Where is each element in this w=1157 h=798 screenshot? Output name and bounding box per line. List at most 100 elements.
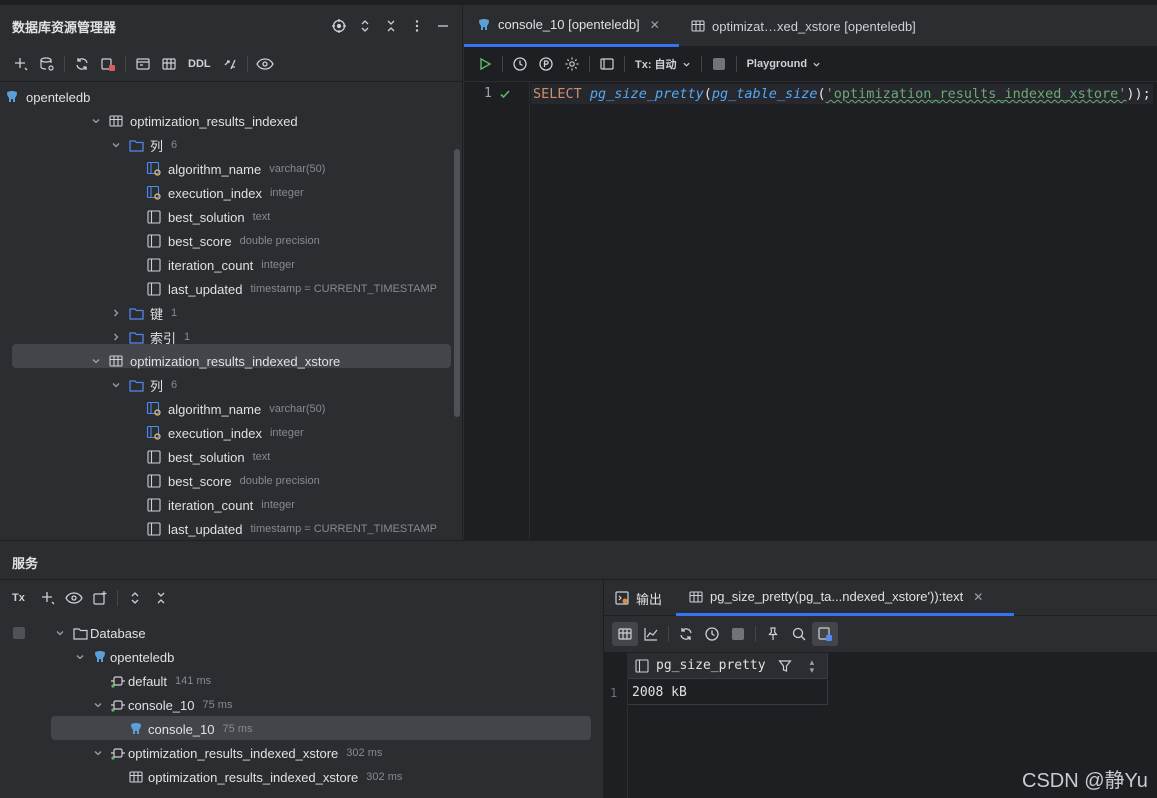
sql-function: pg_size_pretty [589, 86, 704, 102]
tree-item-column[interactable]: last_updated timestamp = CURRENT_TIMESTA… [146, 517, 437, 540]
column-icon [146, 257, 162, 273]
tree-scrollbar[interactable] [454, 149, 460, 417]
tree-item-type: text [252, 451, 271, 463]
table-view-icon[interactable] [612, 622, 638, 646]
layout-icon[interactable] [594, 52, 620, 76]
tx-mode-dropdown[interactable]: Tx: 自动 [635, 56, 691, 72]
tree-item-columns-folder[interactable]: 列 6 [108, 373, 177, 397]
chevron-right-icon[interactable] [108, 329, 124, 345]
sql-code-line[interactable]: SELECT pg_size_pretty(pg_table_size('opt… [531, 84, 1153, 104]
chart-view-icon[interactable] [638, 622, 664, 646]
run-icon[interactable] [472, 52, 498, 76]
chevron-down-icon[interactable] [108, 137, 124, 153]
folder-icon [72, 625, 88, 641]
tab-optimization-xstore[interactable]: optimizat…xed_xstore [openteledb] [690, 5, 970, 47]
tree-item-column[interactable]: iteration_count integer [146, 493, 295, 517]
tab-result-grid[interactable]: pg_size_pretty(pg_ta...ndexed_xstore')):… [676, 580, 1014, 616]
tree-item-column[interactable]: best_score double precision [146, 229, 320, 253]
jump-to-icon[interactable] [217, 52, 243, 76]
tree-item-column[interactable]: iteration_count integer [146, 253, 295, 277]
tree-item-column[interactable]: execution_index integer [146, 181, 304, 205]
search-icon[interactable] [786, 622, 812, 646]
explain-plan-icon[interactable] [533, 52, 559, 76]
settings-gear-icon[interactable] [559, 52, 585, 76]
playground-dropdown[interactable]: Playground [747, 58, 822, 70]
chevron-down-icon[interactable] [88, 353, 104, 369]
add-icon[interactable] [8, 52, 34, 76]
tree-item-duration: 75 ms [222, 723, 253, 735]
chevron-down-icon[interactable] [72, 649, 88, 665]
tree-item-columns-folder[interactable]: 列 6 [108, 133, 177, 157]
view-options-icon[interactable] [252, 52, 278, 76]
tree-item-indexes-folder[interactable]: 索引 1 [108, 325, 190, 349]
service-item-session[interactable]: default 141 ms [110, 669, 211, 693]
collapse-all-icon[interactable] [148, 586, 174, 610]
expand-all-icon[interactable] [122, 586, 148, 610]
database-explorer-panel: 数据库资源管理器 DDL openteledb optimization_res… [0, 5, 463, 540]
chevron-down-icon[interactable] [90, 697, 106, 713]
tree-item-duration: 75 ms [202, 699, 233, 711]
tree-item-type: integer [269, 427, 304, 439]
chevron-right-icon[interactable] [108, 305, 124, 321]
table-icon [688, 589, 704, 605]
tree-item-table[interactable]: optimization_results_indexed [88, 109, 298, 133]
tree-item-count: 6 [171, 379, 178, 391]
tree-item-label: execution_index [168, 425, 262, 441]
locate-icon[interactable] [326, 14, 352, 38]
expand-all-icon[interactable] [352, 14, 378, 38]
minimize-icon[interactable] [430, 14, 456, 38]
column-header[interactable]: pg_size_pretty ▴ ▾ [628, 653, 828, 679]
data-source-properties-icon[interactable] [34, 52, 60, 76]
tab-console-10[interactable]: console_10 [openteledb] ✕ [464, 5, 679, 47]
stop-icon[interactable] [706, 52, 732, 76]
tree-item-column[interactable]: execution_index integer [146, 421, 304, 445]
refresh-icon[interactable] [673, 622, 699, 646]
row-number: 1 [610, 686, 618, 700]
collapse-all-icon[interactable] [378, 14, 404, 38]
service-item-console[interactable]: console_10 75 ms [128, 717, 252, 741]
history-icon[interactable] [699, 622, 725, 646]
tree-item-column[interactable]: last_updated timestamp = CURRENT_TIMESTA… [146, 277, 437, 301]
tree-item-column[interactable]: algorithm_name varchar(50) [146, 157, 325, 181]
new-tab-icon[interactable] [87, 586, 113, 610]
chevron-down-icon[interactable] [108, 377, 124, 393]
table-icon[interactable] [156, 52, 182, 76]
indexed-column-icon [146, 401, 162, 417]
service-item-session[interactable]: console_10 75 ms [90, 693, 232, 717]
session-icon [110, 697, 126, 713]
service-item-database[interactable]: Database [52, 621, 146, 645]
output-settings-icon[interactable] [812, 622, 838, 646]
more-options-icon[interactable] [404, 14, 430, 38]
sort-icon[interactable]: ▴ ▾ [810, 657, 815, 674]
filter-icon[interactable] [777, 659, 792, 673]
refresh-icon[interactable] [69, 52, 95, 76]
pin-icon[interactable] [760, 622, 786, 646]
tree-item-column[interactable]: best_solution text [146, 445, 270, 469]
service-item-datasource[interactable]: openteledb [72, 645, 174, 669]
disconnect-icon[interactable] [95, 52, 121, 76]
tx-button[interactable]: Tx [12, 592, 25, 604]
tree-item-type: double precision [239, 475, 320, 487]
close-tab-icon[interactable]: ✕ [650, 18, 660, 32]
tab-output[interactable]: 输出 [614, 580, 662, 616]
tree-item-keys-folder[interactable]: 键 1 [108, 301, 177, 325]
service-item-table-editor[interactable]: optimization_results_indexed_xstore 302 … [128, 765, 402, 789]
history-icon[interactable] [507, 52, 533, 76]
tree-item-column[interactable]: best_solution text [146, 205, 270, 229]
ddl-button[interactable]: DDL [188, 58, 211, 70]
chevron-down-icon[interactable] [88, 113, 104, 129]
stop-icon[interactable] [725, 622, 751, 646]
result-cell[interactable]: 2008 kB [628, 680, 828, 705]
chevron-down-icon[interactable] [90, 745, 106, 761]
add-icon[interactable] [35, 586, 61, 610]
console-icon[interactable] [130, 52, 156, 76]
tree-item-column[interactable]: algorithm_name varchar(50) [146, 397, 325, 421]
close-tab-icon[interactable]: ✕ [973, 590, 983, 604]
tree-item-column[interactable]: best_score double precision [146, 469, 320, 493]
tree-item-table[interactable]: optimization_results_indexed_xstore [88, 349, 340, 373]
tree-item-datasource[interactable]: openteledb [4, 85, 90, 109]
column-icon [146, 473, 162, 489]
service-item-session[interactable]: optimization_results_indexed_xstore 302 … [90, 741, 382, 765]
view-options-icon[interactable] [61, 586, 87, 610]
chevron-down-icon[interactable] [52, 625, 68, 641]
